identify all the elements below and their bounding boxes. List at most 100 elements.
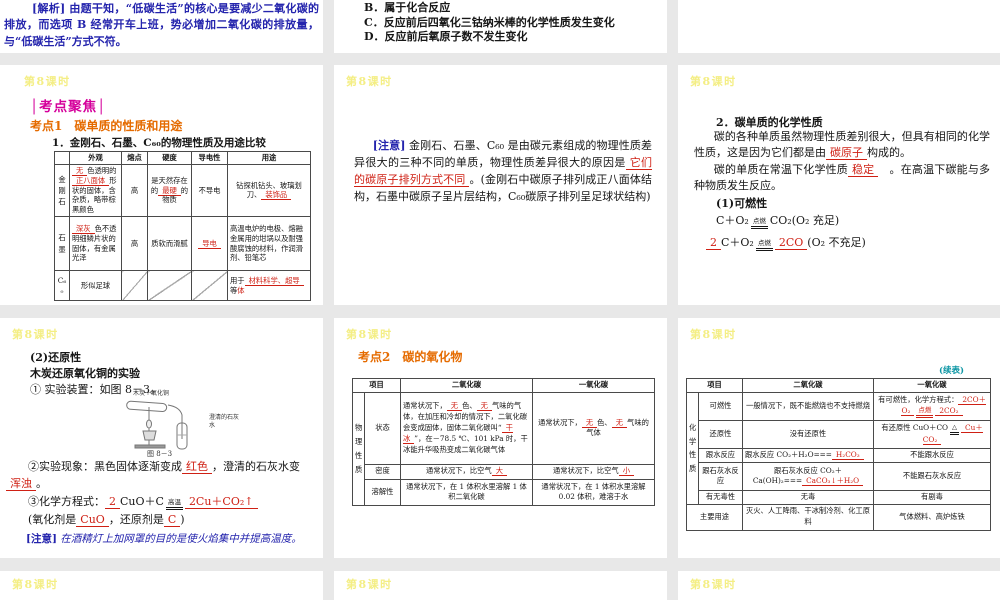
experiment-subtitle: 木炭还原氧化铜的实验: [30, 367, 140, 380]
cell-co2: 一般情况下，既不能燃烧也不支持燃烧: [742, 391, 874, 421]
topic1-heading: 考点1 碳单质的性质和用途: [30, 119, 183, 133]
cell-co2: 灭火、人工降雨、干冰制冷剂、化工原料: [742, 503, 874, 531]
col-header-item: 项目: [686, 378, 743, 393]
section-title: │考点聚焦│: [30, 99, 107, 115]
col-header-hardness: 硬度: [147, 151, 192, 165]
table-row: C₆₀ 形似足球 用于 材料科学、超导等体: [54, 270, 311, 302]
equation-line: C＋O₂ 点燃 CO₂(O₂ 充足): [716, 214, 840, 229]
table-row: 主要用途 灭火、人工降雨、干冰制冷剂、化工原料 气体燃料、高炉炼铁: [686, 503, 991, 531]
slide-focus-allotropes: 第8课时 │考点聚焦│ 考点1 碳单质的性质和用途 1．金刚石、石墨、C₆₀的物…: [0, 65, 323, 305]
row-label-diamond: 金刚石: [54, 163, 70, 218]
paragraph: 碳的单质在常温下化学性质 稳定 。在高温下碳能与多种物质发生反应。: [694, 163, 991, 192]
allotropes-table: 外观 熔点 硬度 导电性 用途 金刚石 无色透明的正八面体 形状的固体，含杂质，略…: [54, 151, 311, 302]
cell-co: 通常状况下，在 1 体积水里溶解 0.02 体积，难溶于水: [532, 478, 655, 506]
row-label: 状态: [364, 391, 401, 465]
lesson-badge: 第8课时: [690, 75, 737, 88]
group-label-chemical: 化学性质: [686, 391, 699, 505]
lesson-badge: 第8课时: [690, 328, 737, 341]
table-corner-cell: [54, 151, 70, 165]
table-row: 金刚石 无色透明的正八面体 形状的固体，含杂质，略带棕黑颜色 高 是天然存在的 最硬…: [54, 163, 311, 218]
cell-appearance: 形似足球: [69, 270, 122, 302]
slide-blank-bottom: [678, 0, 1000, 53]
row-label: 密度: [364, 463, 401, 480]
analysis-paragraph: [解析] 由题干知，“低碳生活”的核心是要减少二氧化碳的排放，而选项 B 经常开…: [4, 2, 319, 48]
chemical-properties-table: 项目 二氧化碳 一氧化碳 化学性质 可燃性 一般情况下，既不能燃烧也不支持燃烧 …: [686, 378, 991, 531]
cell-conductivity: 导电: [191, 216, 228, 272]
cell-co: 通常状况下，比空气小: [532, 463, 655, 480]
lesson-badge: 第8课时: [12, 578, 59, 591]
continued-label: (续表): [938, 366, 964, 376]
cell-co: 不能跟水反应: [873, 447, 991, 463]
row-label: 有无毒性: [698, 489, 743, 505]
cell-appearance: 深灰 色不透明细鳞片状的固体，有金属光泽: [69, 216, 122, 272]
col-header-co2: 二氧化碳: [742, 378, 874, 393]
note-line: [注意] 在酒精灯上加网罩的目的是使火焰集中并提高温度。: [26, 533, 302, 545]
lesson-badge: 第8课时: [346, 328, 393, 341]
cell-co2: 无毒: [742, 489, 874, 505]
cell-co2: 没有还原性: [742, 419, 874, 449]
cell-appearance: 无色透明的正八面体 形状的固体，含杂质，略带棕黑颜色: [69, 163, 122, 218]
reduction-title: (2)还原性: [30, 351, 82, 364]
flammability-heading: (1)可燃性: [716, 197, 768, 210]
cell-uses: 高温电炉的电极、熔融金属用的坩埚以及耐强酸腐蚀的材料，作润滑剂、铅笔芯: [227, 216, 311, 272]
option-line: D．反应前后氧原子数不发生变化: [364, 30, 528, 44]
table-row: 溶解性 通常状况下，在 1 体积水里溶解 1 体积二氧化碳 通常状况下，在 1 …: [353, 478, 655, 506]
lesson-badge: 第8课时: [24, 75, 71, 88]
table-row: 有无毒性 无毒 有剧毒: [687, 489, 991, 505]
table-row: 物理性质 状态 通常状况下，无色、无气味的气体，在加压和冷却的情况下，二氧化碳会…: [352, 391, 655, 506]
cell-co2: 通常状况下，在 1 体积水里溶解 1 体积二氧化碳: [400, 478, 533, 506]
col-header-co2: 二氧化碳: [400, 378, 533, 393]
cell-co: 有可燃性，化学方程式： 2CO＋O₂ 点燃 2CO₂: [873, 391, 991, 421]
cell-co: 不能跟石灰水反应: [873, 461, 991, 491]
cell-co: 通常状况下，无色、无气味的气体: [532, 391, 655, 465]
slide-chemical-properties: 第8课时 2．碳单质的化学性质 碳的各种单质虽然物理性质差别很大，但具有相同的化…: [678, 65, 1000, 305]
col-header-melting: 熔点: [121, 151, 148, 165]
diagram-label-limewater: 澄清的石灰水: [209, 414, 240, 429]
diagram-caption: 图 8－3: [147, 450, 173, 458]
cell-co2: 跟石灰水反应 CO₂＋Ca(OH)₂=== CaCO₃↓＋H₂O: [742, 461, 874, 491]
paragraph: 碳的各种单质虽然物理性质差别很大，但具有相同的化学性质，这是因为它们都是由 碳原子…: [694, 130, 990, 160]
col-header-uses: 用途: [227, 151, 311, 165]
experiment-apparatus-diagram: [126, 400, 188, 450]
slides-grid: [解析] 由题干知，“低碳生活”的核心是要减少二氧化碳的排放，而选项 B 经常开…: [0, 0, 1000, 600]
cell-melting: 高: [121, 216, 148, 272]
physical-properties-table: 项目 二氧化碳 一氧化碳 物理性质 状态 通常状况下，无色、无气味的气体，在加压…: [352, 378, 655, 506]
table-row: 还原性 没有还原性 有还原性 CuO＋CO △ Cu＋CO₂: [687, 419, 991, 449]
row-label-uses: 主要用途: [686, 503, 743, 531]
diagonal-empty-cell: [191, 270, 228, 302]
cell-uses: 钻探机钻头、玻璃划刀、 装饰品: [227, 163, 311, 218]
diagonal-empty-cell: [121, 270, 148, 302]
lesson-badge: 第8课时: [690, 578, 737, 591]
cell-co2: 通常状况下，比空气大: [400, 463, 533, 480]
table-row: 化学性质 可燃性 一般情况下，既不能燃烧也不支持燃烧 有可燃性，化学方程式： 2C…: [686, 391, 991, 505]
option-line: B．属于化合反应: [364, 1, 451, 14]
slide-next-top: 第8课时: [0, 571, 323, 600]
slide-analysis-bottom: [解析] 由题干知，“低碳生活”的核心是要减少二氧化碳的排放，而选项 B 经常开…: [0, 0, 323, 53]
slide-reduction-experiment: 第8课时 (2)还原性 木炭还原氧化铜的实验 ① 实验装置：如图 8－3。 木炭…: [0, 318, 323, 558]
row-label-c60: C₆₀: [54, 270, 70, 302]
step-line: 浑浊。: [6, 476, 47, 492]
diagonal-empty-cell: [147, 270, 192, 302]
slide-note-allotropes: 第8课时 [注意] 金刚石、石墨、C₆₀ 是由碳元素组成的物理性质差异很大的三种…: [334, 65, 667, 305]
table-row: 跟水反应 跟水反应 CO₂＋H₂O=== H₂CO₃ 不能跟水反应: [687, 447, 991, 463]
lesson-badge: 第8课时: [346, 75, 393, 88]
cell-co2: 跟水反应 CO₂＋H₂O=== H₂CO₃: [742, 447, 874, 463]
table-title: 1．金刚石、石墨、C₆₀的物理性质及用途比较: [52, 137, 266, 149]
slide-next-top: 第8课时: [678, 571, 1000, 600]
row-label: 溶解性: [364, 478, 401, 506]
table-row: 石墨 深灰 色不透明细鳞片状的固体，有金属光泽 高 质软而滑腻 导电 高温电炉的电…: [54, 216, 311, 272]
equation-line: ③化学方程式： 2 CuO＋C 高温 2Cu＋CO₂↑: [28, 494, 258, 510]
step-line: (氧化剂是 CuO ，还原剂是 C): [28, 513, 185, 527]
row-label: 还原性: [698, 419, 743, 449]
lesson-badge: 第8课时: [12, 328, 59, 341]
row-label: 跟水反应: [698, 447, 743, 463]
cell-co2: 通常状况下，无色、无气味的气体，在加压和冷却的情况下，二氧化碳会变成固体，固体二…: [400, 391, 533, 465]
topic2-heading: 考点2 碳的氧化物: [358, 350, 463, 364]
group-label-physical: 物理性质: [352, 391, 365, 506]
step-line: ②实验现象：黑色固体逐渐变成 红色 ，澄清的石灰水变: [28, 460, 300, 474]
cell-melting: 高: [121, 163, 148, 218]
table-row: 密度 通常状况下，比空气大 通常状况下，比空气小: [353, 463, 655, 480]
cell-uses: 用于 材料科学、超导等体: [227, 270, 311, 302]
cell-co: 有剧毒: [873, 489, 991, 505]
row-label: 可燃性: [698, 391, 743, 421]
